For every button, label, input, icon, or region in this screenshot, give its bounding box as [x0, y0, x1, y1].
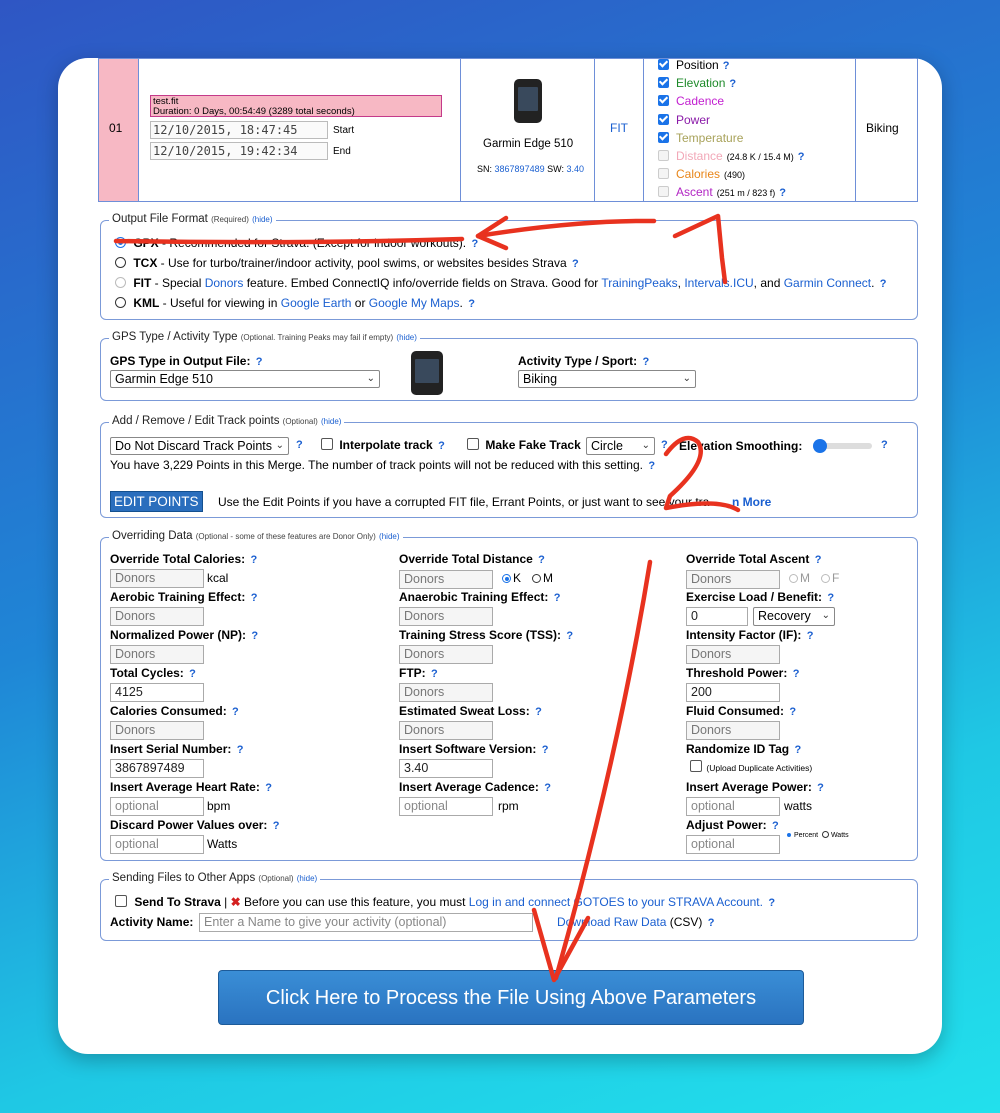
annotation-overlay	[113, 213, 741, 983]
arrow-2-digit	[663, 435, 741, 513]
arrow-down-head	[531, 907, 591, 983]
main-card: 01 test.fit Duration: 0 Days, 00:54:49 (…	[58, 58, 942, 1054]
underline-annotation	[113, 236, 465, 245]
arrow-1-shaft	[475, 218, 657, 239]
arrow-down-shaft	[553, 559, 653, 981]
arrow-1-digit	[672, 213, 728, 285]
